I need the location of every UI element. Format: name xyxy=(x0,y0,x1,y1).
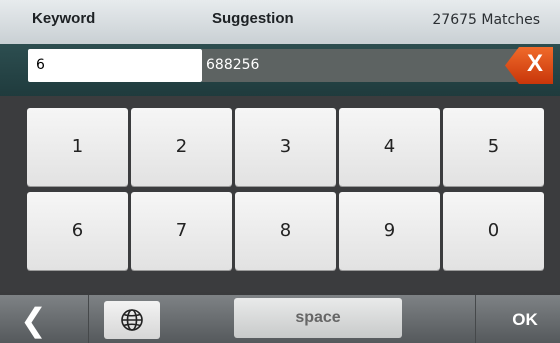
chevron-left-icon: ❮ xyxy=(20,301,47,339)
keyword-input[interactable]: 6 xyxy=(28,49,202,82)
back-button[interactable]: ❮ xyxy=(20,301,80,339)
suggestion-label: Suggestion xyxy=(212,10,294,27)
header-bar: Keyword Suggestion 27675 Matches xyxy=(0,0,560,44)
clear-button[interactable]: X xyxy=(505,47,553,84)
key-1[interactable]: 1 xyxy=(27,108,128,186)
key-4[interactable]: 4 xyxy=(339,108,440,186)
key-3[interactable]: 3 xyxy=(235,108,336,186)
suggestion-field[interactable]: 688256 xyxy=(202,49,532,82)
key-2[interactable]: 2 xyxy=(131,108,232,186)
key-5[interactable]: 5 xyxy=(443,108,544,186)
bottom-toolbar: ❮ space OK xyxy=(0,295,560,343)
key-8[interactable]: 8 xyxy=(235,192,336,270)
key-7[interactable]: 7 xyxy=(131,192,232,270)
toolbar-divider xyxy=(475,295,476,343)
space-button[interactable]: space xyxy=(234,298,402,338)
key-9[interactable]: 9 xyxy=(339,192,440,270)
ok-button[interactable]: OK xyxy=(490,301,560,339)
input-bar: 6 688256 X xyxy=(0,44,560,96)
numeric-keypad: 1 2 3 4 5 6 7 8 9 0 xyxy=(0,96,560,292)
clear-label: X xyxy=(527,50,544,77)
globe-icon xyxy=(121,309,143,331)
keyword-label: Keyword xyxy=(32,10,96,27)
key-6[interactable]: 6 xyxy=(27,192,128,270)
key-0[interactable]: 0 xyxy=(443,192,544,270)
language-button[interactable] xyxy=(104,301,160,339)
toolbar-divider xyxy=(88,295,89,343)
matches-count[interactable]: 27675 Matches xyxy=(432,12,540,28)
